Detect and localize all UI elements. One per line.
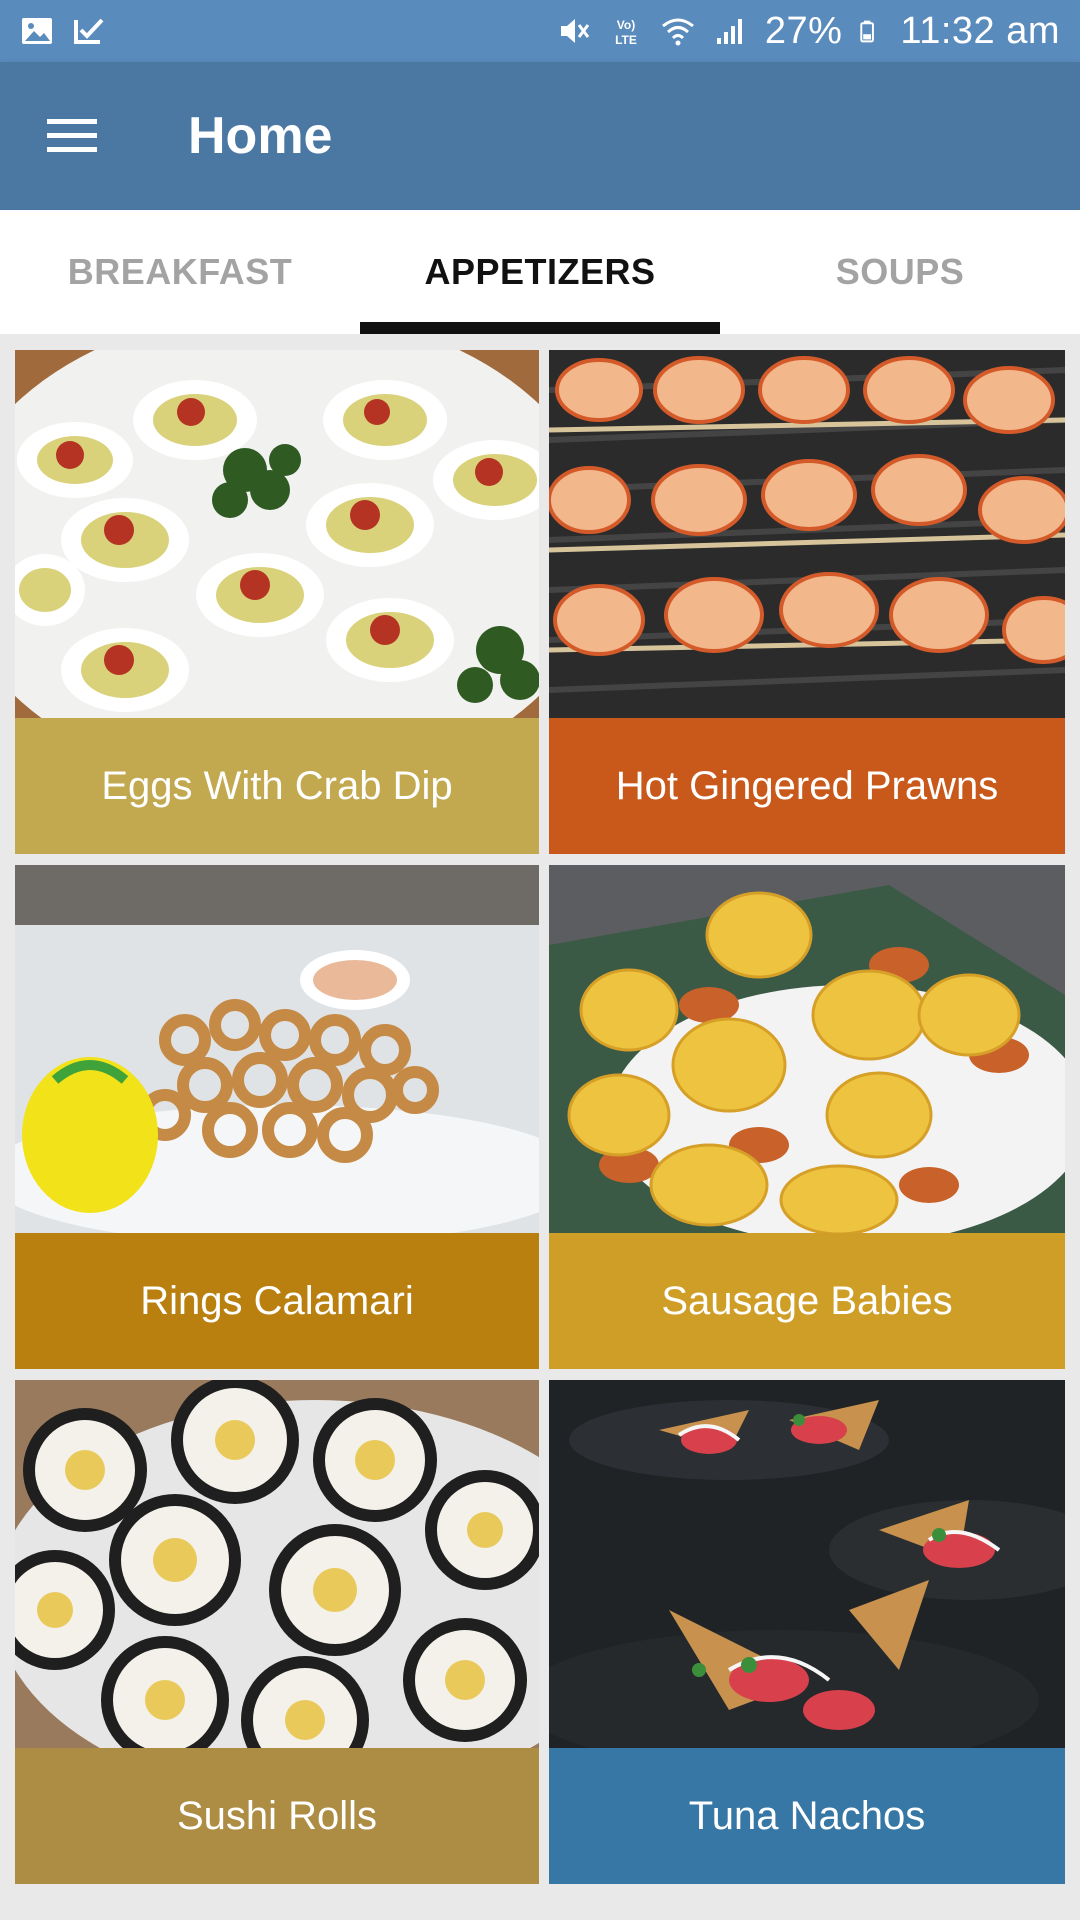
status-left — [20, 14, 106, 48]
recipe-card-label: Sausage Babies — [549, 1233, 1065, 1369]
recipe-grid: Eggs With Crab Dip Hot Gingered Prawns R… — [15, 350, 1065, 1884]
recipe-card-label: Eggs With Crab Dip — [15, 718, 539, 854]
clock: 11:32 am — [900, 9, 1060, 52]
image-icon — [22, 18, 52, 44]
grilled-prawns-photo — [549, 350, 1065, 718]
hamburger-menu-icon — [47, 119, 97, 152]
svg-text:LTE: LTE — [615, 33, 637, 47]
svg-text:Vo): Vo) — [617, 18, 635, 32]
recipe-card-hot-gingered-prawns[interactable]: Hot Gingered Prawns — [549, 350, 1065, 854]
tab-appetizers[interactable]: APPETIZERS — [360, 210, 720, 334]
app-bar: Home — [0, 62, 1080, 210]
tab-label: BREAKFAST — [67, 251, 293, 292]
mute-icon — [560, 19, 590, 43]
battery-percent: 27% — [764, 9, 843, 52]
tab-label: APPETIZERS — [424, 251, 656, 292]
category-tabs: BREAKFAST APPETIZERS SOUPS — [0, 210, 1080, 334]
tab-breakfast[interactable]: BREAKFAST — [0, 210, 360, 334]
recipe-card-rings-calamari[interactable]: Rings Calamari — [15, 865, 539, 1369]
recipe-card-sushi-rolls[interactable]: Sushi Rolls — [15, 1380, 539, 1884]
recipe-card-label: Tuna Nachos — [549, 1748, 1065, 1884]
volte-icon: Vo) LTE — [615, 18, 637, 47]
recipe-card-label: Rings Calamari — [15, 1233, 539, 1369]
signal-icon — [716, 19, 742, 44]
tab-label: SOUPS — [835, 251, 965, 292]
deviled-eggs-photo — [15, 350, 539, 718]
sausage-rolls-photo — [549, 865, 1065, 1233]
status-bar: Vo) LTE 27% 11:32 am — [0, 0, 1080, 62]
recipe-card-eggs-with-crab-dip[interactable]: Eggs With Crab Dip — [15, 350, 539, 854]
page-title: Home — [188, 107, 333, 165]
tuna-nachos-photo — [549, 1380, 1065, 1748]
tab-soups[interactable]: SOUPS — [720, 210, 1080, 334]
menu-button[interactable] — [36, 100, 108, 172]
active-tab-indicator — [360, 322, 720, 334]
recipe-card-tuna-nachos[interactable]: Tuna Nachos — [549, 1380, 1065, 1884]
recipe-card-label: Sushi Rolls — [15, 1748, 539, 1884]
recipe-card-label: Hot Gingered Prawns — [549, 718, 1065, 854]
fried-calamari-photo — [15, 865, 539, 1233]
checkbox-icon — [74, 18, 104, 44]
recipe-card-sausage-babies[interactable]: Sausage Babies — [549, 865, 1065, 1369]
status-right: Vo) LTE 27% 11:32 am — [557, 10, 1060, 53]
sushi-rolls-photo — [15, 1380, 539, 1748]
battery-icon — [860, 20, 875, 43]
wifi-icon — [661, 18, 694, 46]
